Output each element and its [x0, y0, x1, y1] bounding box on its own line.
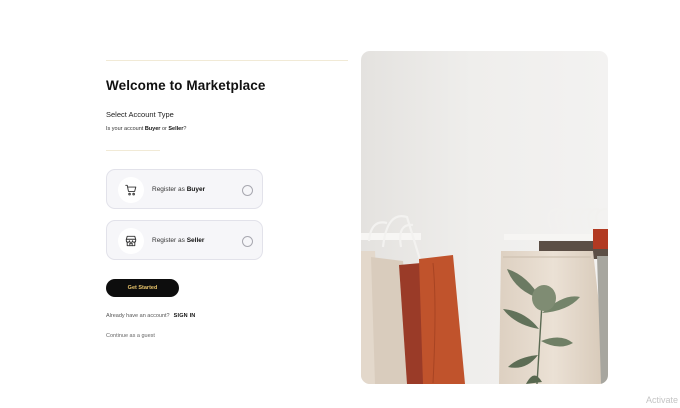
page-title: Welcome to Marketplace — [106, 78, 266, 93]
account-type-heading: Select Account Type — [106, 110, 174, 119]
get-started-button[interactable]: Get Started — [106, 279, 179, 297]
question-prefix: Is your account — [106, 126, 145, 132]
seller-option-label: Register as Seller — [152, 237, 204, 244]
buyer-radio[interactable] — [242, 185, 253, 196]
top-divider — [106, 60, 348, 61]
account-type-question: Is your account Buyer or Seller? — [106, 126, 186, 132]
seller-icon-badge — [118, 228, 144, 254]
question-suffix: ? — [183, 126, 187, 132]
buyer-icon-badge — [118, 177, 144, 203]
signin-row: Already have an account? SIGN IN — [106, 313, 195, 319]
signin-link[interactable]: SIGN IN — [174, 313, 196, 319]
clothing-rack-illustration — [361, 51, 608, 384]
seller-radio[interactable] — [242, 236, 253, 247]
storefront-icon — [125, 235, 137, 247]
activate-watermark: Activate — [646, 395, 679, 405]
seller-option-prefix: Register as — [152, 237, 187, 244]
buyer-option-role: Buyer — [186, 186, 206, 193]
seller-option-role: Seller — [186, 237, 205, 244]
shopping-cart-icon — [125, 184, 137, 196]
buyer-option-prefix: Register as — [152, 186, 187, 193]
register-buyer-option[interactable]: Register as Buyer — [106, 169, 263, 209]
question-buyer: Buyer — [144, 126, 161, 132]
hero-image — [361, 51, 608, 384]
buyer-option-label: Register as Buyer — [152, 186, 205, 193]
continue-as-guest-link[interactable]: Continue as a guest — [106, 333, 155, 339]
question-seller: Seller — [168, 126, 184, 132]
section-divider — [106, 150, 160, 151]
register-seller-option[interactable]: Register as Seller — [106, 220, 263, 260]
signin-prompt: Already have an account? — [106, 313, 170, 319]
